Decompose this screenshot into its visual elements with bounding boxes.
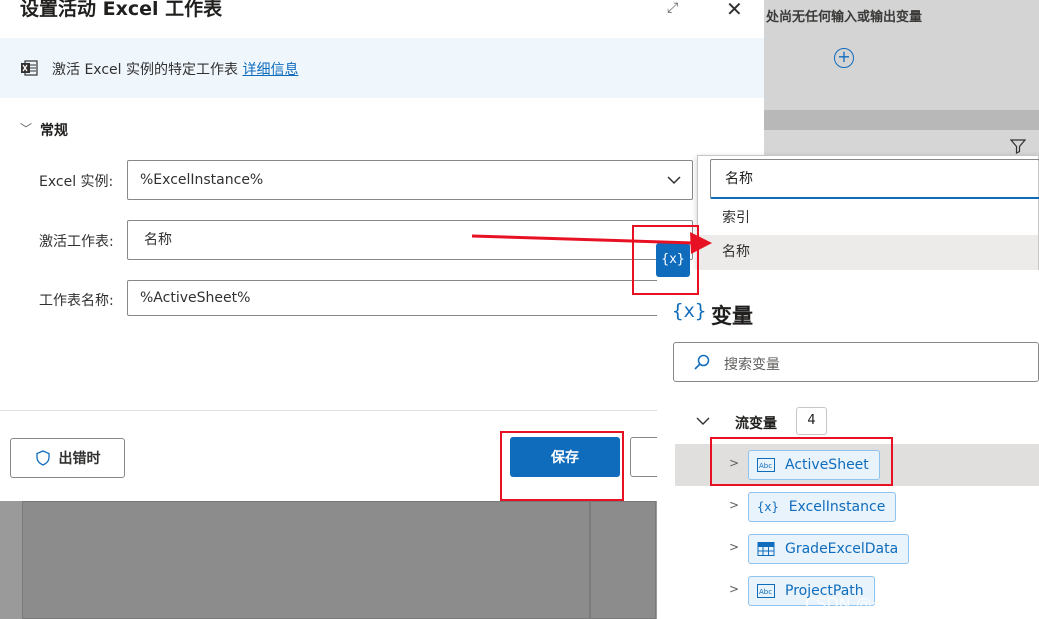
watermark: CSDN @一只小菜鸟的博客 [805, 594, 1000, 613]
annotation-arrow [471, 232, 712, 254]
